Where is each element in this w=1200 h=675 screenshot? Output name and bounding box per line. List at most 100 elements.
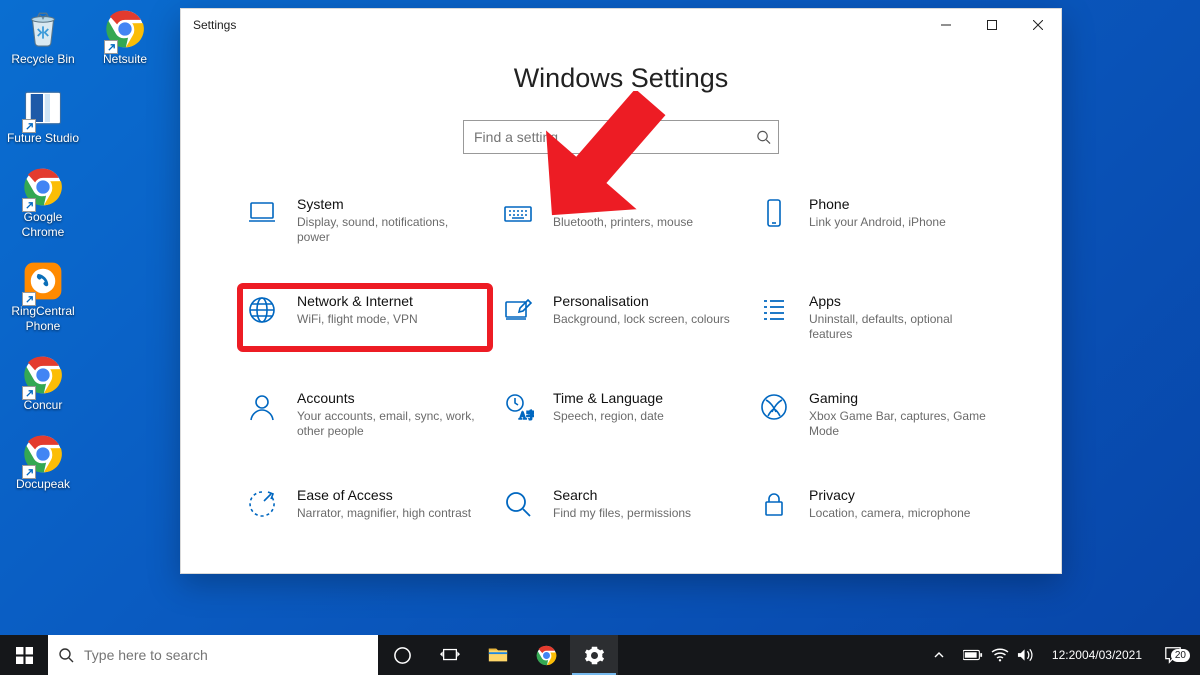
desktop-icon-label: Recycle Bin [11,52,74,67]
shortcut-badge [22,386,36,400]
page-title: Windows Settings [221,63,1021,94]
category-subtitle: Find my files, permissions [553,506,691,521]
close-button[interactable] [1015,9,1061,41]
category-subtitle: Background, lock screen, colours [553,312,730,327]
category-subtitle: Display, sound, notifications, power [297,215,479,245]
window-title: Settings [193,18,236,32]
desktop: Recycle Bin Netsuite Future Studio [0,0,180,516]
titlebar[interactable]: Settings [181,9,1061,41]
category-ease-of-access[interactable]: Ease of Access Narrator, magnifier, high … [241,481,489,527]
desktop-icon-label: Google Chrome [4,210,82,240]
wifi-icon [991,648,1009,662]
category-privacy[interactable]: Privacy Location, camera, microphone [753,481,1001,527]
taskbar-search-input[interactable] [84,647,368,663]
lock-icon [757,487,791,521]
category-title: Network & Internet [297,293,418,309]
taskbar-app-explorer[interactable] [474,635,522,675]
category-subtitle: Link your Android, iPhone [809,215,946,230]
category-devices[interactable]: Devices Bluetooth, printers, mouse [497,190,745,251]
svg-text:A字: A字 [519,409,534,422]
settings-window: Settings Windows Settings System Display,… [180,8,1062,574]
globe-icon [245,293,279,327]
file-explorer-icon [487,644,509,666]
taskbar-clock[interactable]: 12:20 04/03/2021 [1042,648,1152,663]
desktop-icon-label: Concur [24,398,63,413]
minimize-button[interactable] [923,9,969,41]
desktop-icon-ringcentral[interactable]: RingCentral Phone [4,258,82,334]
gear-icon [584,645,605,666]
category-gaming[interactable]: Gaming Xbox Game Bar, captures, Game Mode [753,384,1001,445]
category-title: Gaming [809,390,991,406]
category-title: Apps [809,293,991,309]
search-icon [58,647,74,663]
category-subtitle: Bluetooth, printers, mouse [553,215,693,230]
category-title: Personalisation [553,293,730,309]
desktop-icon-future-studio[interactable]: Future Studio [4,85,82,146]
category-time[interactable]: A字 Time & Language Speech, region, date [497,384,745,445]
settings-search-input[interactable] [463,120,779,154]
taskbar-app-chrome[interactable] [522,635,570,675]
category-title: Devices [553,196,693,212]
taskbar: 12:20 04/03/2021 20 [0,635,1200,675]
desktop-icon-label: Netsuite [103,52,147,67]
windows-icon [16,647,33,664]
maximize-button[interactable] [969,9,1015,41]
action-center-button[interactable]: 20 [1152,646,1194,664]
clock-date: 04/03/2021 [1082,648,1142,663]
desktop-icon-label: Future Studio [7,131,79,146]
start-button[interactable] [0,635,48,675]
shortcut-badge [22,465,36,479]
category-title: Privacy [809,487,970,503]
category-personalisation[interactable]: Personalisation Background, lock screen, … [497,287,745,348]
action-center-badge: 20 [1171,649,1190,662]
desktop-icon-docupeak[interactable]: Docupeak [4,431,82,492]
task-view-icon [440,647,460,663]
category-title: Accounts [297,390,479,406]
search-icon [756,130,771,145]
search-icon [501,487,535,521]
category-subtitle: Xbox Game Bar, captures, Game Mode [809,409,991,439]
tray-overflow[interactable] [923,649,955,661]
desktop-icon-recycle-bin[interactable]: Recycle Bin [4,6,82,67]
category-subtitle: Speech, region, date [553,409,664,424]
category-title: System [297,196,479,212]
desktop-icon-concur[interactable]: Concur [4,352,82,413]
task-view-button[interactable] [426,635,474,675]
shortcut-badge [22,292,36,306]
cortana-icon [393,646,412,665]
paint-icon [501,293,535,327]
taskbar-search[interactable] [48,635,378,675]
desktop-icon-netsuite[interactable]: Netsuite [86,6,164,67]
category-title: Ease of Access [297,487,471,503]
category-system[interactable]: System Display, sound, notifications, pow… [241,190,489,251]
category-title: Time & Language [553,390,664,406]
category-apps[interactable]: AppsUninstall, defaults, optional featur… [753,287,1001,348]
category-accounts[interactable]: Accounts Your accounts, email, sync, work… [241,384,489,445]
time-language-icon: A字 [501,390,535,424]
taskbar-app-settings[interactable] [570,635,618,675]
battery-icon [963,649,983,661]
recycle-bin-icon [20,6,66,52]
shortcut-badge [22,119,36,133]
system-tray[interactable] [955,648,1042,662]
category-title: Search [553,487,691,503]
category-network[interactable]: Network & Internet WiFi, flight mode, VPN [241,287,489,348]
desktop-icon-google-chrome[interactable]: Google Chrome [4,164,82,240]
laptop-icon [245,196,279,230]
phone-icon [757,196,791,230]
category-phone[interactable]: Phone Link your Android, iPhone [753,190,1001,251]
volume-icon [1017,648,1034,662]
desktop-icon-label: Docupeak [16,477,70,492]
category-subtitle: WiFi, flight mode, VPN [297,312,418,327]
category-grid: System Display, sound, notifications, pow… [221,190,1021,527]
category-title: Phone [809,196,946,212]
chrome-icon [536,645,557,666]
keyboard-icon [501,196,535,230]
category-subtitle: Location, camera, microphone [809,506,970,521]
xbox-icon [757,390,791,424]
cortana-button[interactable] [378,635,426,675]
category-search[interactable]: Search Find my files, permissions [497,481,745,527]
category-subtitle: Your accounts, email, sync, work, other … [297,409,479,439]
settings-search[interactable] [463,120,779,154]
category-subtitle: Narrator, magnifier, high contrast [297,506,471,521]
